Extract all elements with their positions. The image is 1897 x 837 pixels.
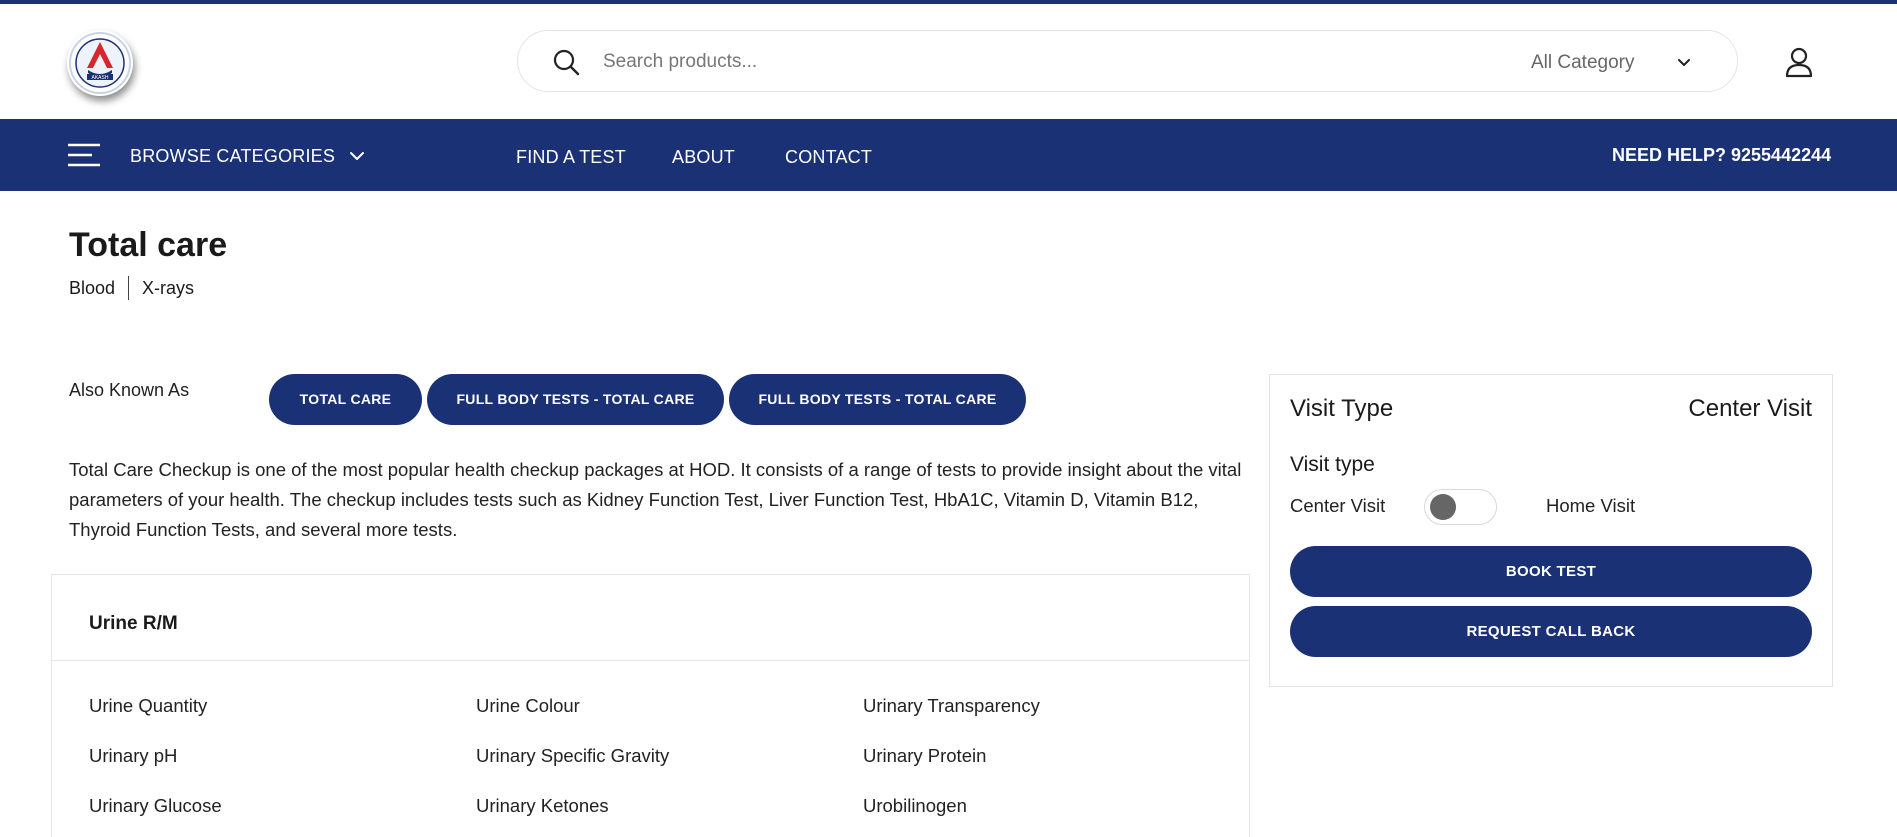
visit-type-title: Visit Type	[1290, 395, 1394, 422]
test-item: Urinary Transparency	[863, 695, 1040, 716]
nav-link-find-a-test[interactable]: FIND A TEST	[516, 147, 626, 168]
search-icon[interactable]	[552, 48, 580, 76]
logo-text: AKASH	[92, 75, 109, 81]
test-item: Urine Quantity	[89, 695, 208, 716]
product-description: Total Care Checkup is one of the most po…	[69, 459, 1242, 540]
home-visit-option-label: Home Visit	[1546, 495, 1636, 516]
help-phone[interactable]: NEED HELP? 9255442244	[1612, 145, 1831, 166]
test-item: Urinary Protein	[863, 745, 987, 766]
tag-divider	[128, 276, 130, 300]
aka-pill-full-body-tests[interactable]: FULL BODY TESTS - TOTAL CARE	[427, 374, 724, 425]
visit-type-card: Visit Type Center Visit Visit type Cente…	[1269, 374, 1833, 687]
test-group-header[interactable]: Urine R/M	[52, 575, 1249, 661]
product-tags: Blood X-rays	[69, 276, 194, 300]
nav-link-contact[interactable]: CONTACT	[785, 147, 872, 168]
logo-emblem-icon: AKASH	[69, 32, 131, 94]
aka-pill-total-care[interactable]: TOTAL CARE	[269, 374, 422, 425]
page-title: Total care	[69, 226, 228, 264]
main-navigation: BROWSE CATEGORIES FIND A TEST ABOUT CONT…	[0, 119, 1897, 191]
hamburger-menu-icon[interactable]	[68, 143, 100, 167]
selected-visit-type: Center Visit	[1688, 395, 1812, 422]
tag-blood[interactable]: Blood	[69, 278, 115, 299]
center-visit-option-label: Center Visit	[1290, 495, 1386, 516]
site-header: AKASH All Category	[0, 4, 1897, 119]
tag-x-rays[interactable]: X-rays	[142, 278, 194, 299]
test-group-panel: Urine R/M Urine Quantity Urine Colour Ur…	[51, 574, 1250, 837]
book-test-button[interactable]: BOOK TEST	[1290, 546, 1812, 597]
nav-link-about[interactable]: ABOUT	[672, 147, 735, 168]
site-logo[interactable]: AKASH	[67, 30, 133, 96]
test-item: Urinary pH	[89, 745, 178, 766]
browse-categories-button[interactable]: BROWSE CATEGORIES	[130, 146, 335, 167]
browse-chevron-down-icon[interactable]	[348, 149, 366, 163]
also-known-as-label: Also Known As	[69, 380, 190, 400]
test-item: Urobilinogen	[863, 795, 967, 816]
request-call-back-button[interactable]: REQUEST CALL BACK	[1290, 606, 1812, 657]
category-select[interactable]: All Category	[1514, 49, 1704, 77]
aka-pill-full-body-tests-2[interactable]: FULL BODY TESTS - TOTAL CARE	[729, 374, 1026, 425]
test-item: Urinary Ketones	[476, 795, 609, 816]
visit-type-subtitle: Visit type	[1290, 453, 1375, 476]
test-group-name: Urine R/M	[89, 613, 178, 634]
toggle-knob	[1430, 494, 1456, 520]
test-item: Urinary Glucose	[89, 795, 222, 816]
test-item: Urine Colour	[476, 695, 580, 716]
search-input[interactable]	[603, 46, 1503, 78]
chevron-down-icon	[1678, 59, 1690, 66]
search-bar: All Category	[517, 30, 1738, 92]
user-account-icon[interactable]	[1783, 46, 1815, 78]
category-select-label: All Category	[1531, 52, 1635, 73]
test-item: Urinary Specific Gravity	[476, 745, 670, 766]
visit-type-toggle[interactable]	[1424, 489, 1497, 525]
